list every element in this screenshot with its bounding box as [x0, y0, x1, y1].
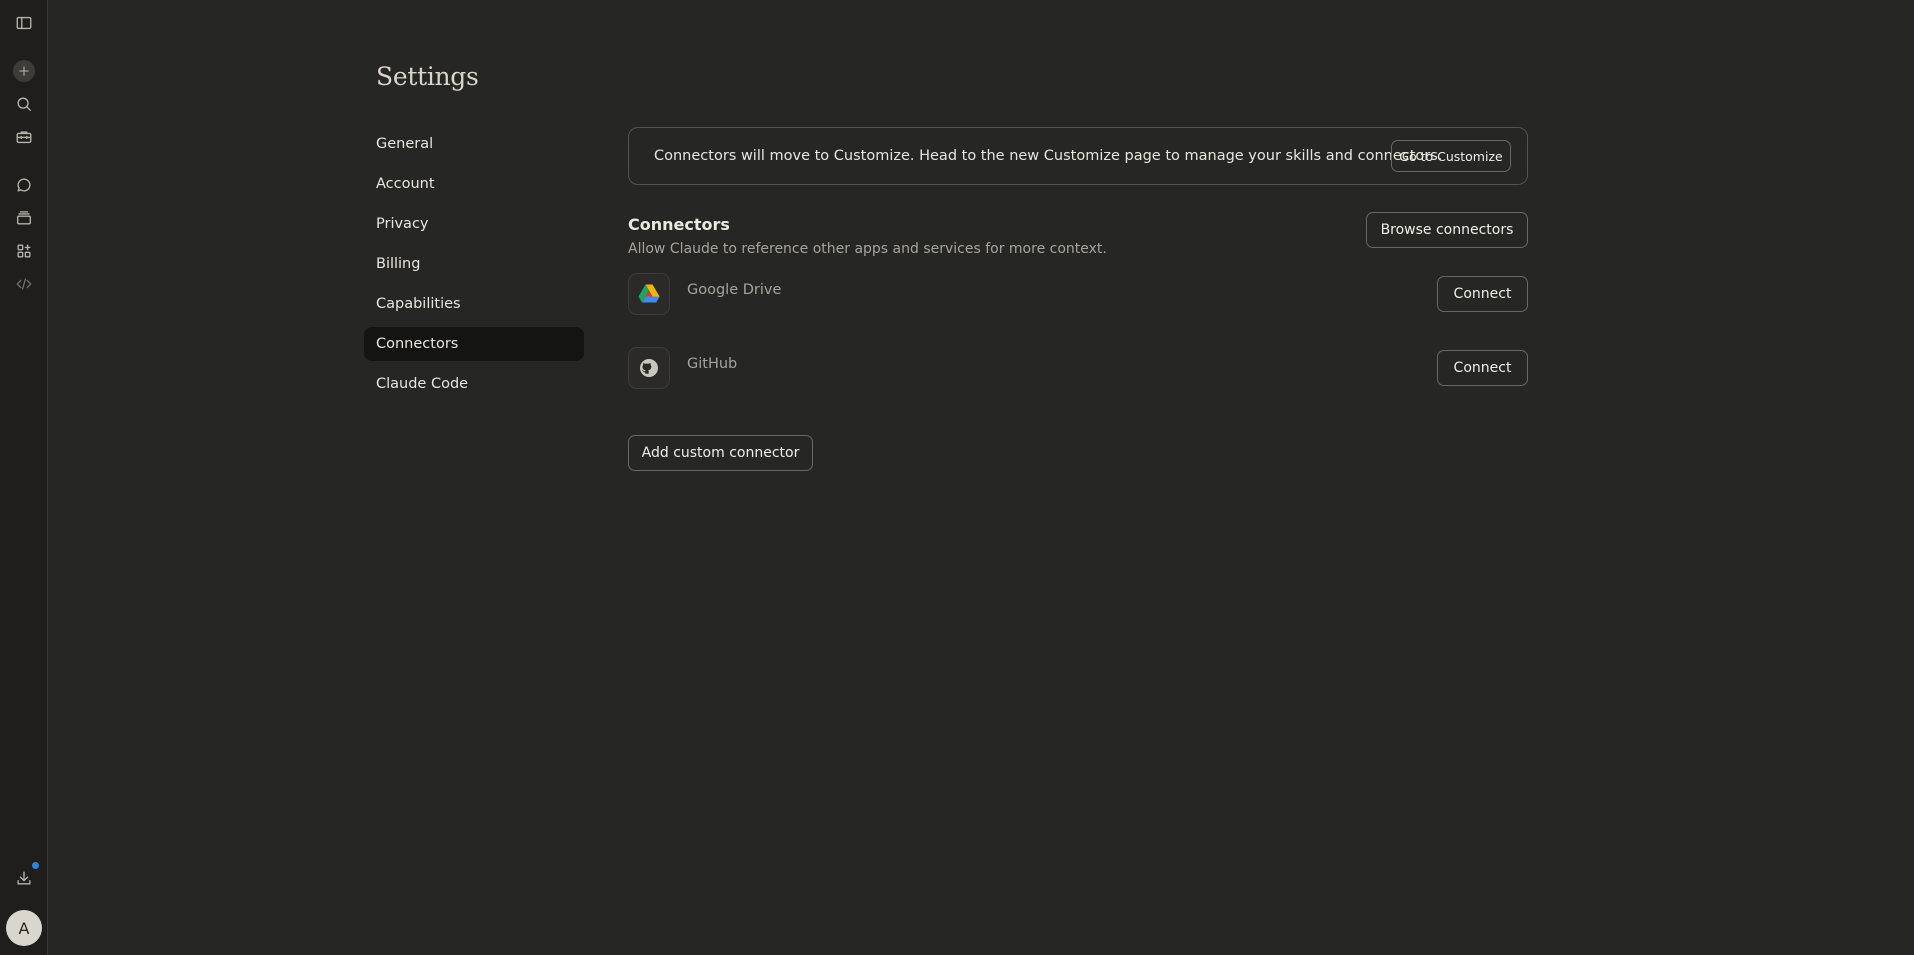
add-custom-connector-button[interactable]: Add custom connector [628, 435, 813, 471]
nav-item-capabilities[interactable]: Capabilities [364, 287, 584, 321]
left-rail: A [0, 0, 48, 955]
customize-banner: Connectors will move to Customize. Head … [628, 127, 1528, 185]
nav-item-connectors[interactable]: Connectors [364, 327, 584, 361]
connectors-panel: Connectors will move to Customize. Head … [628, 127, 1528, 471]
chat-icon[interactable] [12, 173, 36, 197]
connect-github-button[interactable]: Connect [1437, 350, 1528, 386]
connector-name: Google Drive [687, 282, 782, 298]
nav-item-privacy[interactable]: Privacy [364, 207, 584, 241]
nav-item-billing[interactable]: Billing [364, 247, 584, 281]
settings-nav: General Account Privacy Billing Capabili… [364, 127, 584, 407]
notification-dot [32, 862, 39, 869]
avatar[interactable]: A [6, 910, 42, 946]
browse-connectors-button[interactable]: Browse connectors [1366, 212, 1528, 248]
download-icon[interactable] [12, 862, 39, 890]
github-icon [628, 347, 670, 389]
toolbox-icon[interactable] [12, 125, 36, 149]
sidebar-toggle-icon[interactable] [12, 11, 36, 35]
connectors-header: Connectors Allow Claude to reference oth… [628, 212, 1528, 265]
banner-text: Connectors will move to Customize. Head … [654, 148, 1443, 164]
code-icon[interactable] [12, 272, 36, 296]
google-drive-icon [628, 273, 670, 315]
archive-icon[interactable] [12, 206, 36, 230]
nav-item-account[interactable]: Account [364, 167, 584, 201]
connector-name: GitHub [687, 356, 738, 372]
connector-row-google-drive: Google Drive Connect [628, 273, 1528, 347]
connector-row-github: GitHub Connect [628, 347, 1528, 421]
apps-icon[interactable] [12, 239, 36, 263]
connect-google-drive-button[interactable]: Connect [1437, 276, 1528, 312]
go-to-customize-button[interactable]: Go to Customize [1391, 140, 1511, 172]
nav-item-claude-code[interactable]: Claude Code [364, 367, 584, 401]
nav-item-general[interactable]: General [364, 127, 584, 161]
page-title: Settings [376, 62, 479, 91]
plus-icon[interactable] [13, 60, 35, 82]
search-icon[interactable] [12, 92, 36, 116]
